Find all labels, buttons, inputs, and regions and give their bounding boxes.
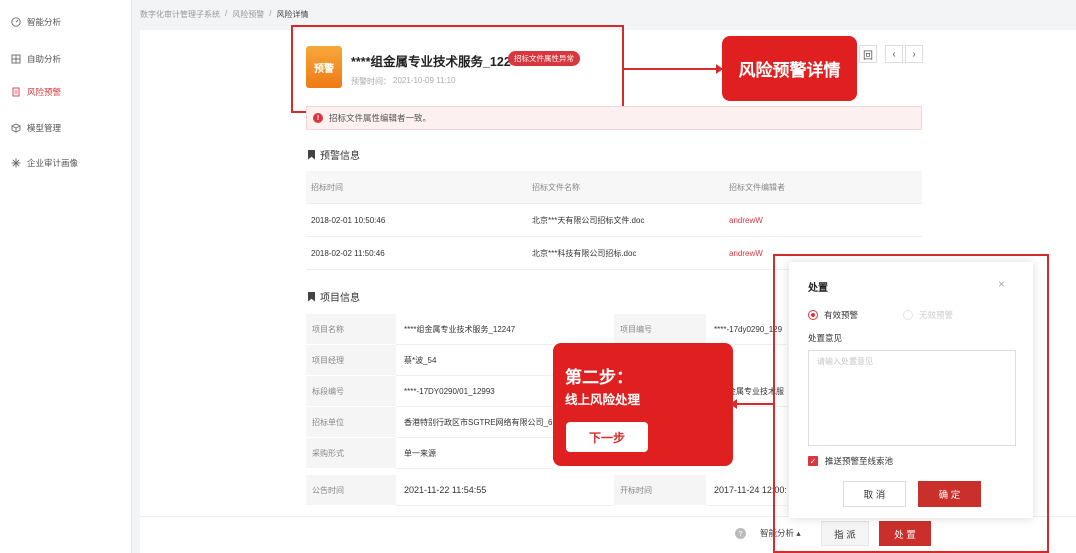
table-cell: 北京***天有限公司招标文件.doc <box>532 215 645 225</box>
confirm-button[interactable]: 确 定 <box>918 481 981 507</box>
callout-step-title: 第二步： <box>565 368 633 387</box>
table-header-row: 招标时间 招标文件名称 招标文件编辑者 <box>306 171 922 204</box>
info-label: 标段编号 <box>306 376 396 407</box>
sidebar-item-model-management[interactable]: 模型管理 <box>11 122 61 134</box>
opinion-input[interactable] <box>808 350 1016 446</box>
next-step-button[interactable]: 下一步 <box>566 422 648 452</box>
table-cell: 北京***科技有限公司招标.doc <box>532 248 637 258</box>
radio-invalid-warning[interactable]: 无效预警 <box>903 309 953 321</box>
info-value: 香港特别行政区市SGTRE网络有限公司_6 <box>396 407 554 438</box>
alert-message: 招标文件属性编辑者一致。 <box>329 113 432 123</box>
info-label: 采购形式 <box>306 438 396 469</box>
table-cell: 2018-02-01 10:50:46 <box>311 215 386 225</box>
callout-arrow-left <box>730 399 774 409</box>
breadcrumb: 数字化审计管理子系统 / 风险预警 / 风险详情 <box>140 9 308 20</box>
chevron-left-icon: ‹ <box>892 48 896 60</box>
alert-bar: ! 招标文件属性编辑者一致。 <box>306 106 922 130</box>
grid-icon <box>11 54 21 64</box>
info-label: 招标单位 <box>306 407 396 438</box>
gauge-icon <box>11 17 21 27</box>
checkbox-checked-icon: ✓ <box>808 456 818 466</box>
prev-button[interactable]: ‹ <box>885 45 903 63</box>
breadcrumb-current: 风险详情 <box>276 10 309 19</box>
bookmark-icon <box>308 291 315 302</box>
sidebar-item-self-analysis[interactable]: 自助分析 <box>11 53 61 65</box>
radio-label: 有效预警 <box>824 310 859 320</box>
sidebar-item-label: 风险预警 <box>27 87 62 97</box>
push-to-clue-pool-checkbox[interactable]: ✓ 推送预警至线索池 <box>808 455 893 467</box>
sidebar-item-risk-warning[interactable]: 风险预警 <box>11 86 61 98</box>
info-value: 单一来源 <box>396 438 554 469</box>
breadcrumb-sep: / <box>225 9 228 18</box>
radio-unchecked-icon <box>903 310 913 320</box>
sidebar: 智能分析 自助分析 风险预警 模型管理 企业审计画像 <box>0 0 132 553</box>
table-cell: 2018-02-02 11:50:46 <box>311 248 385 258</box>
callout-step-two: 第二步： 线上风险处理 下一步 <box>553 343 733 466</box>
table-row[interactable]: 2018-02-01 10:50:46 北京***天有限公司招标文件.doc a… <box>306 204 922 237</box>
header-highlight-box <box>291 25 624 113</box>
column-header: 招标文件编辑者 <box>729 182 785 192</box>
doc-icon <box>11 87 21 97</box>
callout-step-subtitle: 线上风险处理 <box>565 393 641 407</box>
info-value: 2021-11-22 11:54:55 <box>396 475 614 506</box>
radio-label: 无效预警 <box>919 310 954 320</box>
info-value: ****组金属专业技术服务_12247 <box>396 314 614 345</box>
info-label: 项目名称 <box>306 314 396 345</box>
info-label: 开标时间 <box>614 475 706 506</box>
sidebar-item-label: 模型管理 <box>27 123 62 133</box>
sidebar-item-label: 自助分析 <box>27 54 62 64</box>
callout-risk-detail: 风险预警详情 <box>722 36 857 101</box>
chevron-right-icon: › <box>912 48 916 60</box>
info-label: 公告时间 <box>306 475 396 506</box>
help-icon[interactable]: ? <box>735 528 746 539</box>
sidebar-item-label: 智能分析 <box>27 17 62 27</box>
section-heading-project: 项目信息 <box>308 289 360 304</box>
breadcrumb-risk-warning[interactable]: 风险预警 <box>232 9 264 20</box>
column-header: 招标时间 <box>311 182 343 192</box>
back-button[interactable]: 回 <box>859 45 877 63</box>
section-title: 预警信息 <box>320 151 360 162</box>
radio-valid-warning[interactable]: 有效预警 <box>808 309 858 321</box>
dialog-title: 处置 <box>808 283 828 294</box>
section-title: 项目信息 <box>320 293 360 304</box>
alert-icon: ! <box>313 113 323 123</box>
sidebar-item-enterprise-profile[interactable]: 企业审计画像 <box>11 157 78 169</box>
editor-link[interactable]: andrewW <box>729 204 763 236</box>
info-label: 项目经理 <box>306 345 396 376</box>
radio-checked-icon <box>808 310 818 320</box>
section-heading-warning: 预警信息 <box>308 147 360 162</box>
breadcrumb-root[interactable]: 数字化审计管理子系统 <box>140 9 220 20</box>
star-icon <box>11 158 21 168</box>
editor-link[interactable]: andrewW <box>729 237 763 269</box>
callout-arrow-right <box>624 64 723 74</box>
breadcrumb-sep: / <box>269 9 272 18</box>
sidebar-item-smart-analysis[interactable]: 智能分析 <box>11 16 61 28</box>
opinion-label: 处置意见 <box>808 333 843 343</box>
sidebar-item-label: 企业审计画像 <box>27 158 79 168</box>
cancel-button[interactable]: 取 消 <box>843 481 906 507</box>
cube-icon <box>11 123 21 133</box>
column-header: 招标文件名称 <box>532 182 580 192</box>
close-icon[interactable]: × <box>998 277 1005 291</box>
next-record-button[interactable]: › <box>905 45 923 63</box>
bookmark-icon <box>308 149 315 160</box>
info-label: 项目编号 <box>614 314 706 345</box>
checkbox-label: 推送预警至线索池 <box>825 456 894 466</box>
